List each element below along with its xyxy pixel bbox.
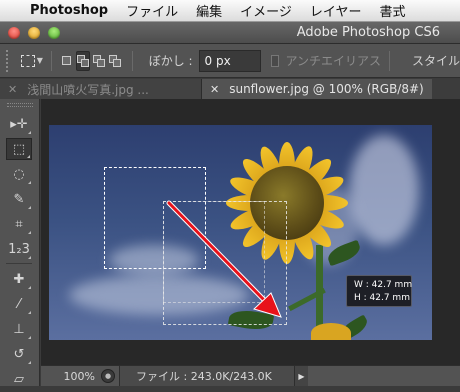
close-window-button[interactable]	[8, 26, 20, 39]
options-bar: ▼ ぼかし : アンチエイリアス スタイル	[0, 44, 460, 78]
toolbox-grip[interactable]	[7, 103, 33, 107]
add-selection-icon	[76, 54, 89, 67]
brush-tool[interactable]: ⁄	[6, 293, 32, 315]
intersect-selection-button[interactable]	[108, 51, 122, 71]
quick-select-tool[interactable]: ✎	[6, 188, 32, 210]
minimize-window-button[interactable]	[28, 26, 40, 39]
status-info-icon[interactable]: ●	[101, 369, 115, 383]
close-icon[interactable]: ✕	[8, 83, 17, 96]
tab-sunflower[interactable]: ✕ sunflower.jpg @ 100% (RGB/8#)	[202, 79, 432, 99]
size-tooltip: W : 42.7 mm H : 42.7 mm	[346, 275, 412, 307]
intersect-selection-icon	[108, 54, 121, 67]
antialias-checkbox[interactable]	[270, 54, 280, 67]
style-label: スタイル	[411, 54, 460, 68]
chevron-down-icon: ▼	[36, 56, 43, 65]
canvas-area[interactable]: W : 42.7 mm H : 42.7 mm	[41, 99, 460, 365]
quick-select-icon: ✎	[13, 191, 25, 207]
brush-icon: ⁄	[17, 296, 21, 312]
bottom-strip	[0, 386, 460, 392]
window-title: Adobe Photoshop CS6	[296, 25, 440, 40]
toolbox: ▸✛ ⬚ ◌ ✎ ⌗ 1₂3 ✚ ⁄ ⊥ ↺ ▱	[0, 99, 40, 392]
new-selection-button[interactable]	[60, 51, 74, 71]
count-tool[interactable]: 1₂3	[6, 238, 32, 260]
title-bar: Adobe Photoshop CS6	[0, 22, 460, 44]
sunflower-photo[interactable]: W : 42.7 mm H : 42.7 mm	[49, 125, 432, 340]
menu-image[interactable]: イメージ	[240, 1, 292, 20]
status-bar: 100% ● ファイル : 243.0K/243.0K ▶	[41, 365, 460, 387]
lasso-tool[interactable]: ◌	[6, 163, 32, 185]
tab-label: 浅間山噴火写真.jpg ...	[27, 82, 149, 97]
menu-bar: Photoshop ファイル 編集 イメージ レイヤー 書式	[0, 0, 460, 22]
menu-edit[interactable]: 編集	[196, 1, 222, 20]
tab-label: sunflower.jpg @ 100% (RGB/8#)	[229, 82, 424, 96]
status-menu-arrow[interactable]: ▶	[294, 365, 308, 387]
move-tool[interactable]: ▸✛	[6, 113, 32, 135]
divider	[388, 50, 390, 71]
menu-app-name[interactable]: Photoshop	[30, 3, 108, 18]
history-brush-icon: ↺	[13, 346, 25, 362]
menu-file[interactable]: ファイル	[126, 1, 178, 20]
count-icon: 1₂3	[8, 241, 30, 257]
close-icon[interactable]: ✕	[210, 83, 219, 96]
stamp-icon: ⊥	[13, 321, 25, 337]
drag-arrow	[166, 200, 282, 318]
rect-marquee-icon: ⬚	[12, 141, 26, 157]
subtract-from-selection-button[interactable]	[92, 51, 106, 71]
healing-icon: ✚	[13, 271, 25, 287]
subtract-selection-icon	[93, 54, 106, 67]
feather-label: ぼかし :	[148, 54, 193, 68]
rect-marquee-icon	[20, 54, 35, 67]
photoshop-window: Photoshop ファイル 編集 イメージ レイヤー 書式 Adobe Pho…	[0, 0, 460, 392]
document-tabs: ✕ 浅間山噴火写真.jpg ... ✕ sunflower.jpg @ 100%…	[0, 79, 460, 99]
zoom-window-button[interactable]	[48, 26, 60, 39]
options-grip[interactable]	[6, 49, 11, 72]
tool-preset-picker[interactable]: ▼	[17, 49, 43, 73]
crop-tool[interactable]: ⌗	[6, 213, 32, 235]
divider	[131, 50, 133, 71]
move-icon: ▸✛	[10, 116, 28, 132]
new-selection-icon	[62, 56, 72, 65]
file-info: ファイル : 243.0K/243.0K	[119, 365, 294, 387]
zoom-level[interactable]: 100%	[41, 370, 101, 383]
menu-type[interactable]: 書式	[380, 1, 406, 20]
add-to-selection-button[interactable]	[75, 50, 91, 71]
antialias-label: アンチエイリアス	[285, 54, 381, 68]
tooltip-height: H : 42.7 mm	[354, 293, 410, 303]
divider	[6, 263, 32, 264]
healing-tool[interactable]: ✚	[6, 268, 32, 290]
tab-asama[interactable]: ✕ 浅間山噴火写真.jpg ...	[0, 79, 202, 99]
lasso-icon: ◌	[13, 166, 25, 182]
crop-icon: ⌗	[15, 216, 23, 232]
history-brush-tool[interactable]: ↺	[6, 343, 32, 365]
eraser-icon: ▱	[14, 371, 24, 387]
rect-marquee-tool[interactable]: ⬚	[6, 138, 32, 160]
feather-input[interactable]	[198, 49, 261, 72]
divider	[50, 50, 52, 71]
menu-layer[interactable]: レイヤー	[310, 1, 362, 20]
tooltip-width: W : 42.7 mm	[354, 280, 413, 290]
stamp-tool[interactable]: ⊥	[6, 318, 32, 340]
